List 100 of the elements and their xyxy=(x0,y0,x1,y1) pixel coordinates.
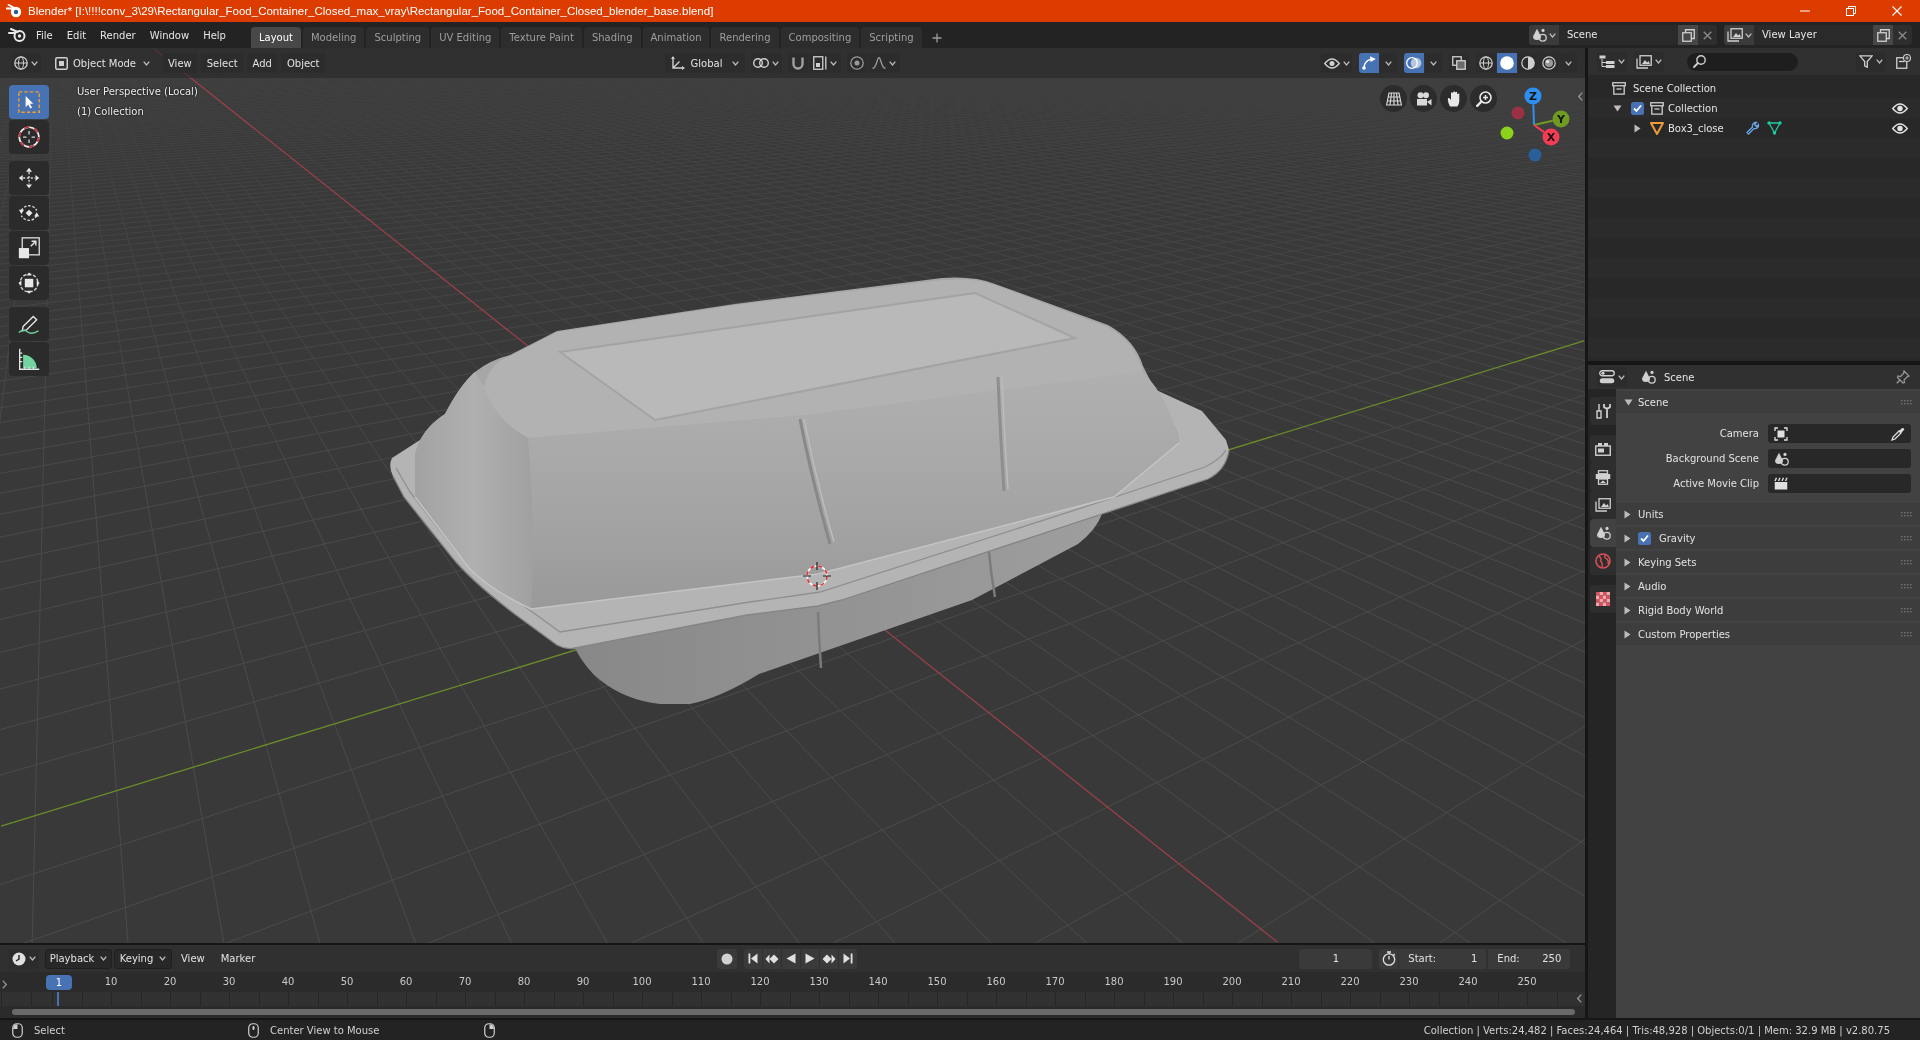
panel-header[interactable]: Custom Properties xyxy=(1616,623,1920,645)
select-box-tool[interactable] xyxy=(9,85,49,119)
texture-tab[interactable] xyxy=(1590,585,1616,613)
scene-name-field[interactable]: Scene xyxy=(1559,25,1678,45)
menu-item[interactable]: Help xyxy=(196,26,233,44)
solid-shading-button[interactable] xyxy=(1497,53,1517,73)
snap-toggle[interactable] xyxy=(787,53,808,73)
drag-handle-icon[interactable] xyxy=(1901,631,1912,637)
panel-header[interactable]: Keying Sets xyxy=(1616,551,1920,573)
background-scene-field[interactable] xyxy=(1768,449,1911,468)
new-scene-button[interactable] xyxy=(1678,25,1698,45)
gizmo-options-dropdown[interactable] xyxy=(1380,53,1397,73)
falloff-dropdown[interactable] xyxy=(867,53,900,73)
timeline-scrollbar[interactable] xyxy=(12,1009,1575,1015)
workspace-tab[interactable]: Animation xyxy=(642,27,710,48)
chevron-icon[interactable] xyxy=(1578,92,1583,101)
snap-target-dropdown[interactable] xyxy=(808,53,841,73)
workspace-tab[interactable]: Rendering xyxy=(711,27,779,48)
xray-toggle[interactable] xyxy=(1449,53,1469,73)
editor-type-dropdown[interactable] xyxy=(1597,367,1627,387)
checkbox[interactable] xyxy=(1630,101,1644,115)
menu-item[interactable]: Edit xyxy=(59,26,94,44)
axis-handle[interactable] xyxy=(1500,126,1514,140)
drag-handle-icon[interactable] xyxy=(1901,511,1912,517)
eye-icon[interactable] xyxy=(1892,122,1908,134)
camera-field[interactable] xyxy=(1768,424,1911,443)
header-menu[interactable]: Keying xyxy=(114,948,172,969)
header-menu[interactable]: Marker xyxy=(213,948,263,969)
drag-handle-icon[interactable] xyxy=(1901,559,1912,565)
header-menu[interactable]: Playback xyxy=(45,948,112,969)
menu-item[interactable]: Render xyxy=(93,26,143,44)
header-menu[interactable]: View xyxy=(162,53,198,73)
workspace-tab[interactable]: UV Editing xyxy=(431,27,500,48)
tool-tab[interactable] xyxy=(1590,397,1616,425)
chevron-icon[interactable] xyxy=(1577,994,1582,1003)
rotate-tool[interactable] xyxy=(9,196,49,230)
workspace-tab[interactable]: Modeling xyxy=(302,27,365,48)
outliner-item[interactable]: Scene Collection xyxy=(1633,82,1717,94)
app-logo-icon[interactable] xyxy=(8,28,26,42)
axis-button[interactable]: X xyxy=(1542,128,1560,146)
new-view-layer-button[interactable] xyxy=(1873,25,1893,45)
menu-item[interactable]: Window xyxy=(142,26,197,44)
panel-header[interactable]: Gravity xyxy=(1616,527,1920,549)
play-reverse-button[interactable] xyxy=(782,948,801,969)
annotate-tool[interactable] xyxy=(9,307,49,341)
preview-range-toggle[interactable] xyxy=(1379,948,1399,969)
current-frame-badge[interactable]: 1 xyxy=(46,975,72,990)
auto-keying-toggle[interactable] xyxy=(717,948,738,969)
disclosure-triangle-icon[interactable] xyxy=(1633,123,1641,133)
filter-dropdown[interactable] xyxy=(1856,51,1886,72)
axis-handle[interactable] xyxy=(1528,148,1542,162)
scene-tab[interactable] xyxy=(1590,519,1616,547)
scale-tool[interactable] xyxy=(9,231,49,265)
render-tab[interactable] xyxy=(1590,435,1616,463)
move-tool[interactable] xyxy=(9,161,49,195)
previous-keyframe-button[interactable] xyxy=(763,948,782,969)
axis-button[interactable]: Y xyxy=(1552,110,1570,128)
display-mode-dropdown[interactable] xyxy=(1634,51,1664,72)
checkbox[interactable] xyxy=(1638,531,1651,545)
view-layer-tab[interactable] xyxy=(1590,491,1616,519)
drag-handle-icon[interactable] xyxy=(1901,583,1912,589)
menu-item[interactable]: File xyxy=(29,26,60,44)
wrench-icon[interactable] xyxy=(1745,121,1760,135)
remove-view-layer-button[interactable] xyxy=(1893,25,1912,45)
axis-handle[interactable] xyxy=(1511,106,1525,120)
overlay-options-dropdown[interactable] xyxy=(1425,53,1442,73)
workspace-tab[interactable]: Layout xyxy=(250,27,301,48)
start-frame-field[interactable]: Start: 1 xyxy=(1399,948,1487,969)
drag-handle-icon[interactable] xyxy=(1901,607,1912,613)
visibility-dropdown[interactable] xyxy=(1321,53,1352,73)
proportional-edit-toggle[interactable] xyxy=(846,53,867,73)
drag-handle-icon[interactable] xyxy=(1901,535,1912,541)
header-menu[interactable]: Object xyxy=(280,53,326,73)
panel-header[interactable]: Rigid Body World xyxy=(1616,599,1920,621)
end-frame-field[interactable]: End: 250 xyxy=(1488,948,1571,969)
new-collection-button[interactable] xyxy=(1894,51,1912,72)
workspace-tab[interactable]: Shading xyxy=(583,27,641,48)
header-menu[interactable]: Select xyxy=(200,53,244,73)
world-tab[interactable] xyxy=(1590,547,1616,575)
jump-to-end-button[interactable] xyxy=(839,948,858,969)
overlay-toggle[interactable] xyxy=(1404,53,1424,73)
scene-browse-button[interactable] xyxy=(1529,25,1559,45)
remove-scene-button[interactable] xyxy=(1698,25,1717,45)
current-frame-field[interactable]: 1 xyxy=(1299,948,1373,969)
jump-to-start-button[interactable] xyxy=(744,948,763,969)
pin-icon[interactable] xyxy=(1896,370,1910,384)
axis-button[interactable]: Z xyxy=(1524,87,1542,105)
shading-options-dropdown[interactable] xyxy=(1560,53,1577,73)
transform-tool[interactable] xyxy=(9,266,49,300)
play-button[interactable] xyxy=(801,948,820,969)
wireframe-shading-button[interactable] xyxy=(1476,53,1496,73)
editor-type-dropdown[interactable] xyxy=(1597,51,1627,72)
pivot-dropdown[interactable] xyxy=(750,53,782,73)
eye-icon[interactable] xyxy=(1892,102,1908,114)
workspace-tab[interactable]: Sculpting xyxy=(366,27,430,48)
eyedropper-icon[interactable] xyxy=(1891,426,1905,441)
workspace-tab[interactable]: Compositing xyxy=(780,27,860,48)
measure-tool[interactable] xyxy=(9,342,49,376)
rendered-shading-button[interactable] xyxy=(1539,53,1559,73)
search-field[interactable] xyxy=(1687,52,1798,71)
